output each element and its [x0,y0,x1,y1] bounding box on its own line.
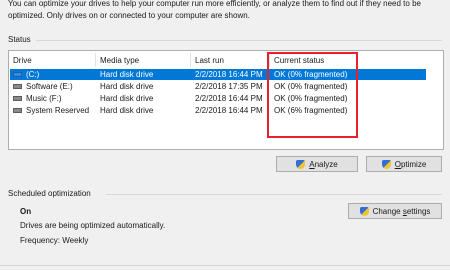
drive-name: (C:) [26,70,40,79]
table-row[interactable]: Software (E:) Hard disk drive 2/2/2018 1… [10,81,426,92]
column-header-media-type[interactable]: Media type [100,56,139,65]
hard-drive-icon [13,84,22,89]
drive-name: Software (E:) [26,82,73,91]
status-divider [36,40,442,41]
intro-text: You can optimize your drives to help you… [8,0,448,22]
optimize-button[interactable]: Optimize [366,156,442,172]
intro-line-2: optimized. Only drives on or connected t… [8,11,250,20]
shield-icon [359,206,369,216]
annotation-highlight-box [267,52,358,138]
optimize-button-label: Optimize [394,159,427,169]
media-type: Hard disk drive [100,94,154,103]
last-run: 2/2/2018 16:44 PM [195,94,263,103]
column-separator[interactable] [95,53,96,67]
hard-drive-icon [13,108,22,113]
system-drive-icon [13,72,22,77]
footer-divider [0,265,450,266]
change-settings-button[interactable]: Change settings [348,203,442,219]
table-row[interactable]: Music (F:) Hard disk drive 2/2/2018 16:4… [10,93,426,104]
last-run: 2/2/2018 16:44 PM [195,70,263,79]
analyze-button-label: Analyze [309,159,338,169]
intro-line-1: You can optimize your drives to help you… [8,0,421,8]
schedule-state: On [20,207,32,216]
media-type: Hard disk drive [100,82,154,91]
media-type: Hard disk drive [100,106,154,115]
analyze-button[interactable]: Analyze [276,156,358,172]
drive-list[interactable]: Drive Media type Last run Current status… [8,50,444,150]
schedule-description: Drives are being optimized automatically… [20,221,166,230]
last-run: 2/2/2018 17:35 PM [195,82,263,91]
column-header-last-run[interactable]: Last run [195,56,224,65]
hard-drive-icon [13,96,22,101]
media-type: Hard disk drive [100,70,154,79]
change-settings-button-label: Change settings [372,206,431,216]
table-row[interactable]: (C:) Hard disk drive 2/2/2018 16:44 PM O… [10,69,426,80]
shield-icon [296,159,306,169]
drive-name: System Reserved [26,106,90,115]
drive-name: Music (F:) [26,94,62,103]
table-row[interactable]: System Reserved Hard disk drive 2/2/2018… [10,105,426,116]
shield-icon [381,159,391,169]
scheduled-divider [106,194,442,195]
last-run: 2/2/2018 16:44 PM [195,106,263,115]
column-header-drive[interactable]: Drive [13,56,32,65]
scheduled-optimization-label: Scheduled optimization [8,189,91,198]
column-separator[interactable] [190,53,191,67]
status-section-label: Status [8,35,31,44]
schedule-frequency: Frequency: Weekly [20,236,89,245]
